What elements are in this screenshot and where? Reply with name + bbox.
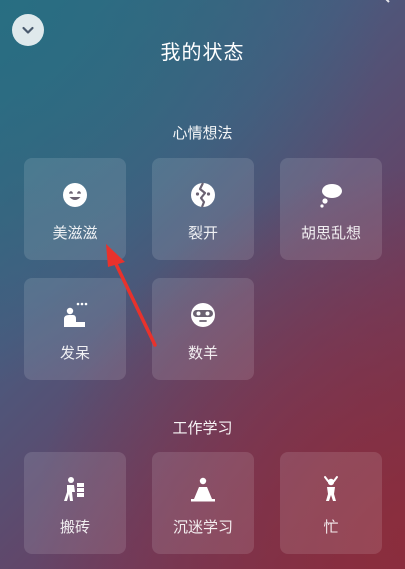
cracked-face-icon xyxy=(191,182,215,208)
busy-person-icon xyxy=(324,476,338,501)
carrying-bricks-icon xyxy=(64,477,84,501)
status-label: 胡思乱想 xyxy=(300,224,361,242)
section-title-mood: 心情想法 xyxy=(172,124,233,142)
status-label: 发呆 xyxy=(59,344,90,362)
status-tile-banzhuan[interactable]: 搬砖 xyxy=(24,452,126,554)
sleep-mask-face-icon xyxy=(191,303,215,327)
status-tile-meizizi[interactable]: 美滋滋 xyxy=(24,158,126,260)
status-tile-liekai[interactable]: 裂开 xyxy=(152,158,254,260)
status-glyphs-icon xyxy=(385,0,390,3)
status-label: 数羊 xyxy=(187,344,218,362)
thought-bubble-icon xyxy=(320,184,342,208)
top-bar: 我的状态 xyxy=(0,0,405,70)
status-label: 搬砖 xyxy=(59,518,90,536)
status-tile-shuyang[interactable]: 数羊 xyxy=(152,278,254,380)
section-title-work: 工作学习 xyxy=(172,419,233,437)
smile-icon xyxy=(63,183,87,207)
status-tile-chenmixuexi[interactable]: 沉迷学习 xyxy=(152,452,254,554)
page-title: 我的状态 xyxy=(160,40,245,64)
status-tile-mang[interactable]: 忙 xyxy=(280,452,382,554)
status-tile-husiluanxiang[interactable]: 胡思乱想 xyxy=(280,158,382,260)
status-label: 美滋滋 xyxy=(52,224,98,242)
studying-person-icon xyxy=(191,477,215,502)
status-tile-fadai[interactable]: 发呆 xyxy=(24,278,126,380)
status-label: 沉迷学习 xyxy=(172,518,233,536)
status-label: 忙 xyxy=(323,518,339,536)
status-label: 裂开 xyxy=(187,224,218,242)
daydream-person-icon xyxy=(64,302,88,327)
